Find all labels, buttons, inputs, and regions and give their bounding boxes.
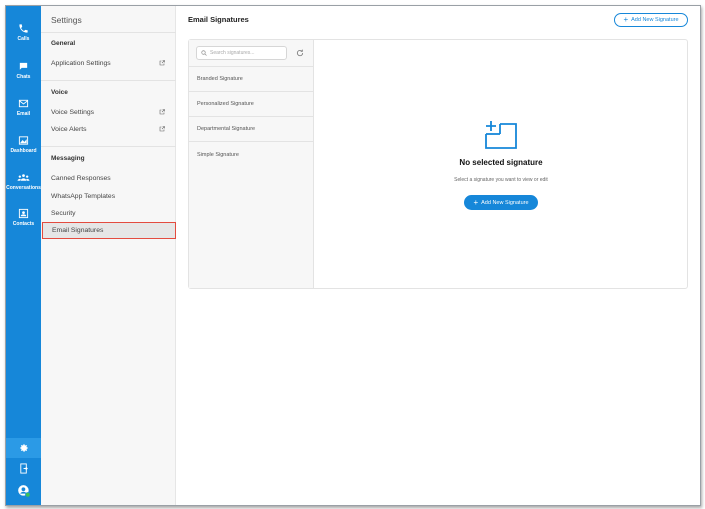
menu-item-label: Application Settings — [51, 60, 111, 67]
search-input[interactable]: Search signatures... — [196, 46, 287, 60]
rail-label: Conversations — [6, 185, 41, 191]
menu-item-application-settings[interactable]: Application Settings — [51, 60, 171, 67]
button-label: Add New Signature — [631, 17, 679, 23]
app-window: Calls Chats Email Dashboard Conversation… — [5, 5, 701, 506]
gear-icon — [19, 444, 28, 452]
list-item[interactable]: Branded Signature — [189, 67, 313, 92]
dashboard-icon — [18, 136, 29, 145]
menu-item-email-signatures[interactable]: Email Signatures — [42, 222, 176, 239]
empty-state-subtitle: Select a signature you want to view or e… — [454, 177, 548, 183]
contact-card-icon — [18, 208, 29, 219]
rail-label: Email — [16, 111, 31, 117]
divider — [41, 80, 176, 81]
menu-item-label: Voice Alerts — [51, 126, 87, 133]
empty-state: No selected signature Select a signature… — [314, 40, 688, 288]
logout-icon — [19, 463, 28, 474]
rail-item-conversations[interactable]: Conversations — [6, 172, 41, 191]
rail-item-logout[interactable] — [6, 463, 41, 474]
menu-item-voice-settings[interactable]: Voice Settings — [51, 109, 171, 116]
rail-label: Contacts — [12, 221, 35, 227]
empty-state-title: No selected signature — [459, 158, 543, 167]
section-heading-voice: Voice — [51, 89, 68, 96]
rail-label: Chats — [16, 74, 31, 80]
list-item[interactable]: Personalized Signature — [189, 92, 313, 117]
add-signature-illustration-icon — [485, 121, 517, 149]
menu-item-voice-alerts[interactable]: Voice Alerts — [51, 126, 171, 133]
add-new-signature-button[interactable]: + Add New Signature — [614, 13, 688, 27]
rail-label: Calls — [17, 36, 30, 42]
rail-item-chats[interactable]: Chats — [6, 61, 41, 80]
external-link-icon — [159, 109, 165, 115]
rail-item-settings[interactable] — [6, 438, 41, 458]
divider — [41, 146, 176, 147]
people-icon — [17, 174, 30, 181]
list-item[interactable]: Departmental Signature — [189, 117, 313, 142]
list-item[interactable]: Simple Signature — [189, 142, 313, 167]
button-label: Add New Signature — [481, 199, 529, 206]
rail-item-email[interactable]: Email — [6, 98, 41, 117]
divider — [41, 32, 176, 33]
rail-item-calls[interactable]: Calls — [6, 23, 41, 42]
signatures-panel: Search signatures... Branded Signature P… — [188, 39, 688, 289]
chat-icon — [19, 62, 28, 70]
signature-list: Search signatures... Branded Signature P… — [189, 40, 314, 288]
menu-item-whatsapp-templates[interactable]: WhatsApp Templates — [51, 193, 171, 200]
user-status-icon — [17, 485, 30, 498]
search-icon — [201, 50, 207, 56]
page-title: Email Signatures — [188, 15, 249, 24]
rail-label: Dashboard — [10, 148, 37, 154]
rail-item-dashboard[interactable]: Dashboard — [6, 135, 41, 154]
search-placeholder: Search signatures... — [210, 50, 255, 56]
menu-item-security[interactable]: Security — [51, 210, 171, 217]
settings-menu: Settings General Application Settings Vo… — [41, 6, 176, 505]
section-heading-general: General — [51, 40, 76, 47]
nav-rail: Calls Chats Email Dashboard Conversation… — [6, 6, 41, 505]
plus-icon: + — [473, 197, 479, 207]
plus-icon: + — [623, 15, 629, 24]
menu-item-canned-responses[interactable]: Canned Responses — [51, 175, 171, 182]
rail-item-contacts[interactable]: Contacts — [6, 208, 41, 227]
external-link-icon — [159, 126, 165, 132]
phone-icon — [19, 24, 28, 33]
menu-item-label: Voice Settings — [51, 109, 95, 116]
section-heading-messaging: Messaging — [51, 155, 85, 162]
user-status-avatar[interactable] — [6, 484, 41, 498]
external-link-icon — [159, 60, 165, 66]
mail-icon — [18, 99, 29, 108]
search-bar: Search signatures... — [189, 40, 313, 67]
add-new-signature-button-center[interactable]: + Add New Signature — [464, 195, 538, 210]
settings-title: Settings — [51, 15, 82, 25]
refresh-icon[interactable] — [296, 49, 304, 57]
